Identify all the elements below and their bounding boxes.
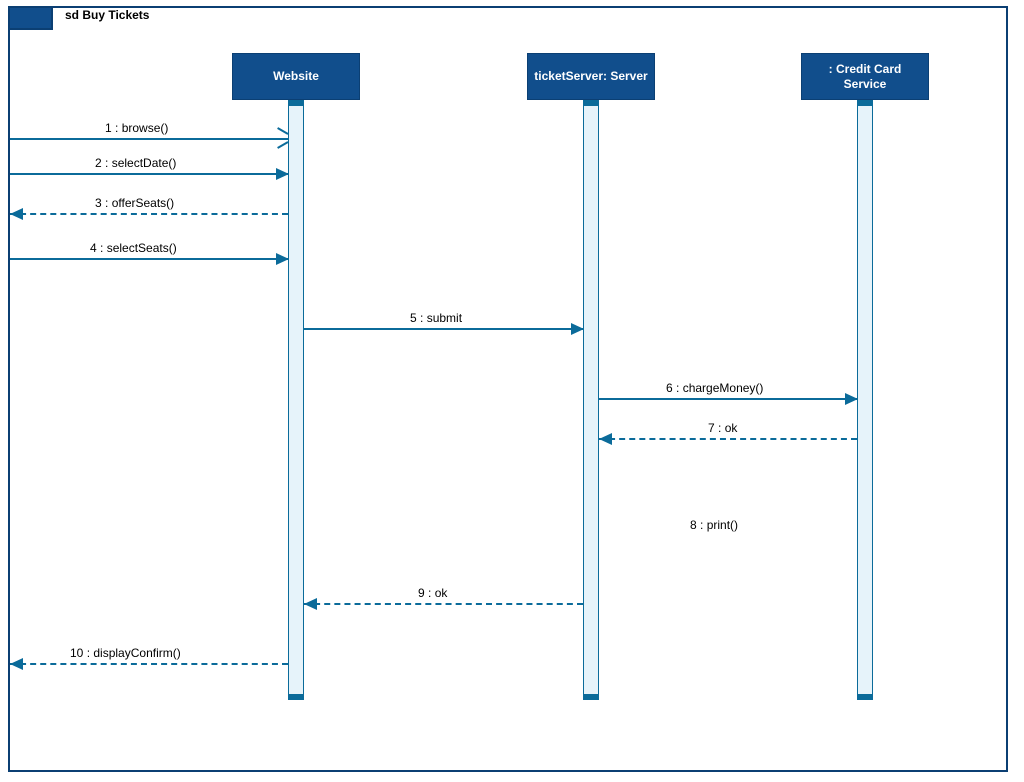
msg6-arrowhead: [845, 393, 858, 405]
msg2-line: [10, 173, 288, 175]
msg9-arrowhead: [304, 598, 317, 610]
msg2-arrowhead: [276, 168, 289, 180]
msg3-num: 3: [95, 196, 102, 210]
msg6-label: 6 : chargeMoney(): [666, 381, 763, 395]
activation-website: [288, 100, 304, 700]
msg10-num: 10: [70, 646, 83, 660]
msg9-line: [304, 603, 583, 605]
msg2-label: 2 : selectDate(): [95, 156, 176, 170]
msg1-label: 1 : browse(): [105, 121, 168, 135]
msg7-arrowhead: [599, 433, 612, 445]
msg8-label: 8 : print(): [690, 518, 738, 532]
msg10-line: [10, 663, 288, 665]
msg1-text: browse(): [122, 121, 169, 135]
participant-website: Website: [232, 53, 360, 100]
msg7-label: 7 : ok: [708, 421, 737, 435]
sequence-frame: sd Buy Tickets Website ticketServer: Ser…: [8, 6, 1008, 772]
frame-tab: [8, 6, 53, 30]
msg8-text: print(): [707, 518, 738, 532]
activation-credit: [857, 100, 873, 700]
msg3-text: offerSeats(): [112, 196, 174, 210]
participant-server: ticketServer: Server: [527, 53, 655, 100]
msg6-num: 6: [666, 381, 673, 395]
participant-credit: : Credit Card Service: [801, 53, 929, 100]
msg5-line: [304, 328, 583, 330]
msg6-text: chargeMoney(): [683, 381, 764, 395]
msg1-line: [10, 138, 288, 140]
diagram-canvas: sd Buy Tickets Website ticketServer: Ser…: [0, 0, 1024, 782]
msg10-label: 10 : displayConfirm(): [70, 646, 181, 660]
msg7-line: [599, 438, 857, 440]
msg5-num: 5: [410, 311, 417, 325]
msg2-num: 2: [95, 156, 102, 170]
msg9-text: ok: [435, 586, 448, 600]
activation-server: [583, 100, 599, 700]
frame-label: sd Buy Tickets: [65, 8, 149, 22]
msg4-line: [10, 258, 288, 260]
msg5-label: 5 : submit: [410, 311, 462, 325]
msg10-text: displayConfirm(): [93, 646, 180, 660]
activation-server-top: [583, 100, 599, 106]
msg10-arrowhead: [10, 658, 23, 670]
msg5-arrowhead: [571, 323, 584, 335]
msg3-label: 3 : offerSeats(): [95, 196, 174, 210]
msg4-label: 4 : selectSeats(): [90, 241, 177, 255]
msg5-text: submit: [427, 311, 462, 325]
msg1-num: 1: [105, 121, 112, 135]
activation-server-bottom: [583, 694, 599, 700]
activation-website-bottom: [288, 694, 304, 700]
msg4-arrowhead: [276, 253, 289, 265]
msg3-line: [10, 213, 288, 215]
msg9-label: 9 : ok: [418, 586, 447, 600]
msg9-num: 9: [418, 586, 425, 600]
msg7-num: 7: [708, 421, 715, 435]
msg6-line: [599, 398, 857, 400]
msg7-text: ok: [725, 421, 738, 435]
activation-credit-bottom: [857, 694, 873, 700]
activation-website-top: [288, 100, 304, 106]
msg2-text: selectDate(): [112, 156, 177, 170]
msg4-num: 4: [90, 241, 97, 255]
msg4-text: selectSeats(): [107, 241, 177, 255]
activation-credit-top: [857, 100, 873, 106]
msg8-num: 8: [690, 518, 697, 532]
msg3-arrowhead: [10, 208, 23, 220]
